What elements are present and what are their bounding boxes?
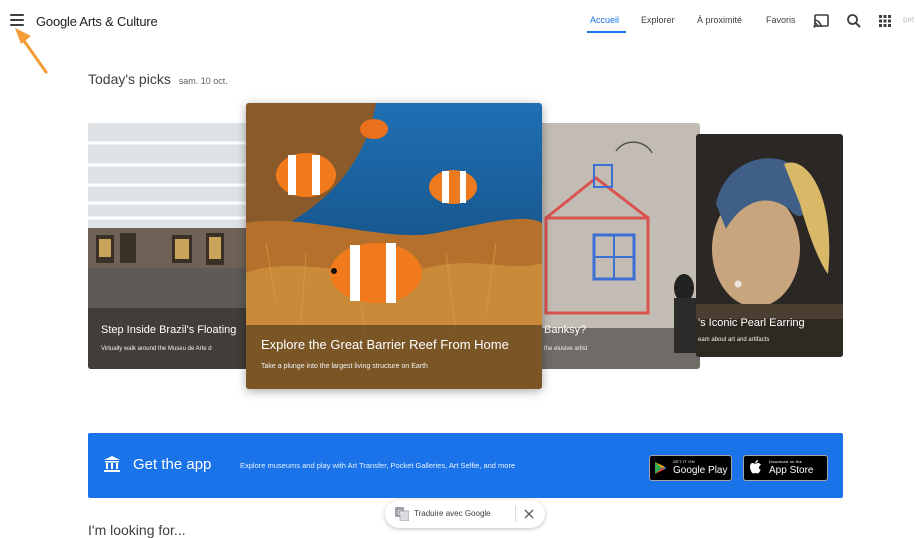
cast-icon[interactable] <box>812 12 830 30</box>
google-play-icon <box>655 462 666 474</box>
card-great-barrier-reef[interactable]: Explore the Great Barrier Reef From Home… <box>246 103 542 389</box>
translate-popup: G Traduire avec Google <box>385 500 545 528</box>
nav-a-proximite[interactable]: À proximité <box>697 15 742 25</box>
google-play-label: Google Play <box>673 465 728 476</box>
google-play-button[interactable]: GET IT ON Google Play <box>649 455 732 481</box>
get-the-app-description: Explore museums and play with Art Transf… <box>240 461 516 470</box>
card-pearl-earring[interactable]: 's Iconic Pearl Earring eam about art an… <box>696 134 843 357</box>
google-play-small-text: GET IT ON <box>673 459 695 464</box>
annotation-arrow-icon <box>15 28 48 74</box>
top-bar: Google Arts & Culture Accueil Explorer À… <box>0 0 917 74</box>
section-title-text: Today's picks <box>88 71 171 87</box>
get-the-app-banner[interactable]: Get the app Explore museums and play wit… <box>88 433 843 498</box>
translate-button[interactable]: Traduire avec Google <box>414 509 491 518</box>
apple-icon <box>750 460 761 474</box>
card-title: Banksy? <box>544 324 587 336</box>
avatar[interactable]: pet <box>903 15 914 24</box>
app-store-label: App Store <box>769 465 814 476</box>
card-subtitle: Virtually walk around the Museu de Arte … <box>101 346 212 352</box>
svg-text:G: G <box>397 511 402 517</box>
google-translate-icon: G <box>395 507 409 521</box>
separator <box>515 506 516 522</box>
card-title: 's Iconic Pearl Earring <box>698 317 805 329</box>
card-brazil-museum[interactable]: Step Inside Brazil's Floating Virtually … <box>88 123 248 369</box>
nav-accueil[interactable]: Accueil <box>590 15 619 25</box>
card-title: Step Inside Brazil's Floating <box>101 324 237 336</box>
card-subtitle: the elusive artist <box>544 346 588 352</box>
card-subtitle: eam about art and artifacts <box>698 337 770 343</box>
app-store-button[interactable]: Download on the App Store <box>743 455 828 481</box>
museum-icon <box>104 456 120 472</box>
card-title: Explore the Great Barrier Reef From Home <box>261 337 509 352</box>
get-the-app-title: Get the app <box>133 456 212 473</box>
section-date: sam. 10 oct. <box>178 76 228 86</box>
section-title-todays-picks: Today's picks sam. 10 oct. <box>88 71 228 87</box>
nav-explorer[interactable]: Explorer <box>641 15 675 25</box>
card-banksy[interactable]: Banksy? the elusive artist <box>536 123 700 369</box>
active-tab-indicator <box>587 31 626 33</box>
app-store-small-text: Download on the <box>769 459 803 464</box>
app-logo[interactable]: Google Arts & Culture <box>36 14 158 29</box>
apps-grid-icon[interactable] <box>876 12 894 30</box>
card-subtitle: Take a plunge into the largest living st… <box>261 363 428 370</box>
search-icon[interactable] <box>845 12 863 30</box>
looking-for-heading: I'm looking for... <box>88 522 186 538</box>
close-icon[interactable] <box>524 509 534 519</box>
nav-favoris[interactable]: Favoris <box>766 15 796 25</box>
